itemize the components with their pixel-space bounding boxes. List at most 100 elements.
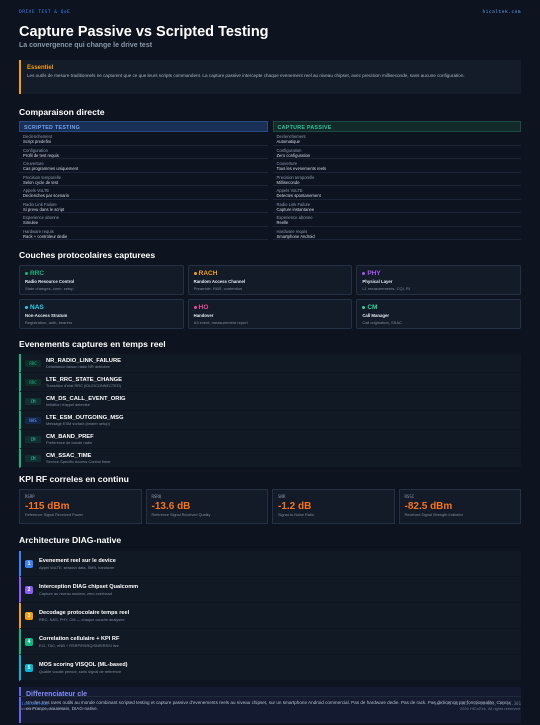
step-text: Decodage protocolaire temps reel RRC, NAS… <box>39 610 129 622</box>
kpi-card-rssi: RSSI -82.5 dBm Received Signal Strength In… <box>398 489 521 524</box>
event-text: LTE_RRC_STATE_CHANGE Transition d'etat RR… <box>46 377 122 388</box>
step-number-badge: 1 <box>25 559 33 568</box>
row-value: Cas programmes uniquement <box>23 166 79 171</box>
layer-card-nas: NAS Non-Access Stratum Registration, auth,… <box>19 299 184 329</box>
event-name: LTE_ESM_OUTGOING_MSG <box>46 414 124 421</box>
footer-copyright: 2026 HiCalTek. All rights reserved. <box>459 706 521 711</box>
footer-product: Network Diagnostics Suite <box>19 706 66 711</box>
architecture-heading: Architecture DIAG-native <box>19 535 122 545</box>
step-number-badge: 2 <box>25 585 33 594</box>
event-text: NR_RADIO_LINK_FAILURE Defaillance liaison… <box>46 358 121 369</box>
scripted-column: SCRIPTED TESTING Declenchement Script pre… <box>19 121 268 240</box>
event-desc: Defaillance liaison radio NR detectee <box>46 363 110 369</box>
section-label: DRIVE TEST & QoE <box>19 10 71 15</box>
layer-name-row: PHY <box>362 270 515 277</box>
passive-row: Appels VoLTE Detectes spontanement <box>272 186 521 200</box>
passive-row: Declenchement Automatique <box>272 132 521 146</box>
page-subtitle: La convergence qui change le drive test <box>19 42 153 49</box>
layers-section: Couches protocolaires capturees RRC Radio… <box>19 250 521 329</box>
layer-dot-icon <box>193 306 197 309</box>
architecture-step: 5 MOS scoring VISQOL (ML-based) Qualite vo… <box>19 655 521 681</box>
step-name: MOS scoring VISQOL (ML-based) <box>39 661 128 668</box>
passive-header: CAPTURE PASSIVE <box>272 121 521 132</box>
row-value: Declenches par scenario <box>23 193 70 198</box>
step-desc: Qualite vocale percue, sans signal de re… <box>39 668 122 674</box>
layer-desc: Call origination, SSAC <box>362 320 402 325</box>
row-value: Rack + controleur dedie <box>23 233 68 239</box>
row-value: Reelle <box>276 220 289 225</box>
event-row: CM CM_SSAC_TIME Service-Specific Access Co… <box>19 449 521 468</box>
step-number-badge: 3 <box>25 611 33 620</box>
row-value: Script predefini <box>23 139 51 144</box>
kpi-heading: KPI RF correles en continu <box>19 474 129 484</box>
kpi-label: SNR <box>278 494 286 499</box>
step-name: Evenement reel sur le device <box>39 557 116 564</box>
layer-fullname: Call Manager <box>362 313 390 318</box>
scripted-row: Declenchement Script predefini <box>19 132 268 146</box>
layer-card-rrc: RRC Radio Resource Control State changes, … <box>19 265 184 295</box>
passive-row: Configuration Zero configuration <box>272 146 521 159</box>
kpi-card-rsrp: RSRP -115 dBm Reference Signal Received Po… <box>19 489 142 524</box>
layer-fullname: Radio Resource Control <box>25 279 75 284</box>
row-value: Tous les evenements reels <box>276 166 327 171</box>
scripted-row: Appels VoLTE Declenches par scenario <box>19 186 268 200</box>
scripted-header: SCRIPTED TESTING <box>19 121 268 132</box>
kpi-value: -1.2 dB <box>278 501 312 512</box>
layer-dot-icon <box>362 306 366 309</box>
layer-fullname: Non-Access Stratum <box>25 313 68 318</box>
layer-name: RACH <box>198 270 218 277</box>
event-text: LTE_ESM_OUTGOING_MSG Message ESM sortant … <box>46 415 124 426</box>
step-name: Interception DIAG chipset Qualcomm <box>39 583 139 590</box>
step-name: Correlation cellulaire + KPI RF <box>39 635 120 642</box>
passive-row: Radio Link Failure Capture instantanee <box>272 200 521 213</box>
layer-dot-icon <box>25 306 28 309</box>
layer-fullname: Random Access Channel <box>193 279 246 284</box>
event-desc: Transition d'etat RRC (IDLE/CONNECTED) <box>46 382 121 388</box>
event-row: RRC LTE_RRC_STATE_CHANGE Transition d'etat… <box>19 373 521 392</box>
footer: hicaltek.com Network Diagnostics Suite 3… <box>19 696 521 711</box>
page: DRIVE TEST & QoE hicaltek.com Capture Pa… <box>0 0 540 725</box>
essentiel-heading: Essentiel <box>27 65 54 71</box>
step-text: Evenement reel sur le device Appel VoLTE,… <box>39 558 116 570</box>
architecture-step: 1 Evenement reel sur le device Appel VoLTE… <box>19 551 521 577</box>
event-text: CM_DS_CALL_EVENT_ORIG Initiation d'appel … <box>46 396 126 407</box>
kpi-desc: Reference Signal Received Quality <box>151 513 211 517</box>
kpi-label: RSRQ <box>151 494 162 499</box>
row-value: Milliseconde <box>276 179 300 185</box>
event-desc: Service-Specific Access Control timer <box>46 458 111 464</box>
kpi-card-snr: SNR -1.2 dB Signal-to-Noise Ratio <box>272 489 395 524</box>
layer-desc: L1 measurements, CQI, RI <box>362 286 410 291</box>
essentiel-text: Les outils de mesure traditionnels ne ca… <box>27 73 465 78</box>
layer-name: RRC <box>30 270 45 277</box>
event-row: RRC NR_RADIO_LINK_FAILURE Defaillance liai… <box>19 354 521 373</box>
event-desc: Initiation d'appel detectee <box>46 401 91 407</box>
passive-column: CAPTURE PASSIVE Declenchement Automatique… <box>272 121 521 240</box>
scripted-row: Couverture Cas programmes uniquement <box>19 159 268 173</box>
passive-row: Couverture Tous les evenements reels <box>272 159 521 173</box>
layer-card-ho: HO Handover A3 event, measurement report <box>187 299 353 329</box>
architecture-step: 3 Decodage protocolaire temps reel RRC, NA… <box>19 603 521 629</box>
row-value: Detectes spontanement <box>276 193 321 198</box>
site-link[interactable]: hicaltek.com <box>482 10 521 20</box>
kpi-label: RSSI <box>404 494 415 499</box>
event-text: CM_BAND_PREF Preference de bande radio <box>46 434 94 445</box>
event-tag-badge: RRC <box>25 378 41 386</box>
layer-desc: State changes, conn. setup <box>25 286 74 291</box>
event-text: CM_SSAC_TIME Service-Specific Access Cont… <box>46 453 111 464</box>
kpi-value: -13.6 dB <box>151 501 191 512</box>
layer-dot-icon <box>362 272 366 275</box>
layer-card-phy: PHY Physical Layer L1 measurements, CQI, R… <box>356 265 521 295</box>
kpi-desc: Reference Signal Received Power <box>25 513 83 517</box>
layer-card-cm: CM Call Manager Call origination, SSAC <box>356 299 521 329</box>
layer-dot-icon <box>25 272 28 275</box>
layers-heading: Couches protocolaires capturees <box>19 250 156 260</box>
page-title: Capture Passive vs Scripted Testing <box>19 24 269 40</box>
layer-name: PHY <box>367 270 381 277</box>
step-number-badge: 4 <box>25 637 33 646</box>
layer-name-row: HO <box>193 304 347 311</box>
row-value: Simulee <box>23 220 39 225</box>
comparison-heading: Comparaison directe <box>19 107 105 117</box>
layer-name-row: NAS <box>25 304 178 311</box>
event-name: NR_RADIO_LINK_FAILURE <box>46 357 122 364</box>
layer-dot-icon <box>193 272 197 275</box>
